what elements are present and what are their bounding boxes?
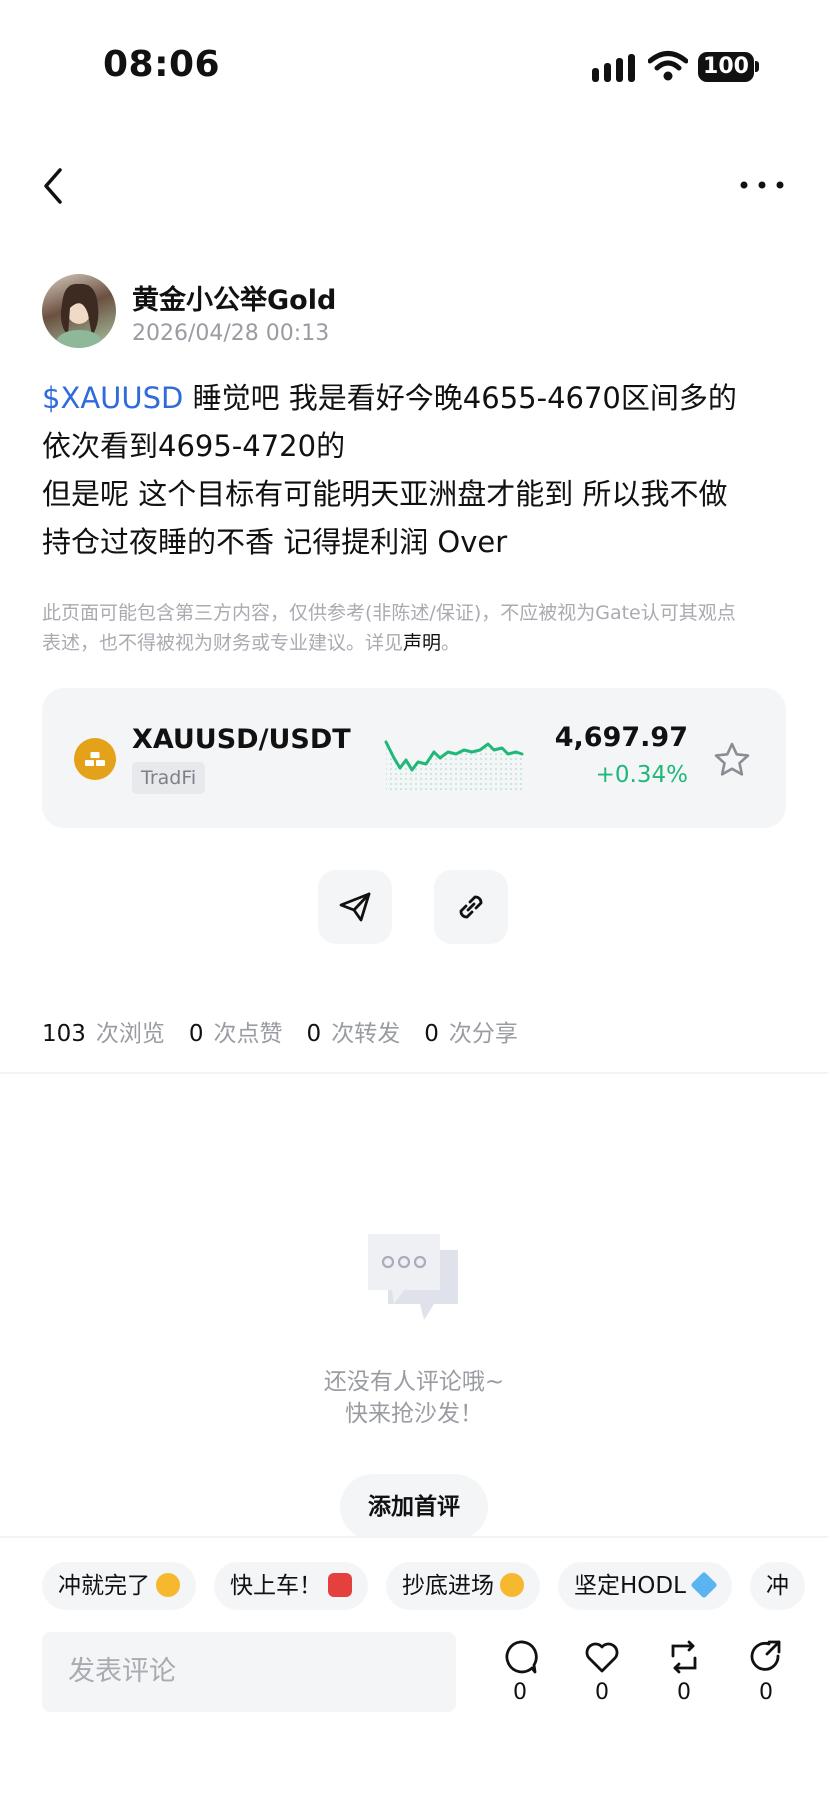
reposts-label: 次转发 <box>331 1021 401 1047</box>
views-count: 103 <box>42 1021 86 1047</box>
likes-label: 次点赞 <box>213 1021 283 1047</box>
car-emoji-icon <box>328 1573 352 1597</box>
empty-comment-icon <box>368 1234 458 1320</box>
disclaimer-line-1: 此页面可能包含第三方内容，仅供参考(非陈述/保证)，不应被视为Gate认可其观点 <box>42 602 736 624</box>
repost-icon <box>671 1640 697 1674</box>
comment-input[interactable]: 发表评论 <box>42 1632 456 1712</box>
favorite-star-icon[interactable] <box>712 740 752 780</box>
repost-action[interactable]: 0 <box>662 1638 706 1705</box>
link-icon <box>459 895 483 919</box>
copy-link-button[interactable] <box>434 870 508 944</box>
author-name[interactable]: 黄金小公举Gold <box>132 278 336 317</box>
chip-label: 冲 <box>765 1573 789 1599</box>
avatar-image <box>54 283 104 348</box>
share-action[interactable]: 0 <box>744 1638 788 1705</box>
quick-reply-chip[interactable]: 冲就完了 <box>42 1562 196 1610</box>
disclaimer-end: 。 <box>441 632 461 654</box>
section-divider <box>0 1072 828 1074</box>
sunglasses-emoji-icon <box>500 1573 524 1597</box>
post-line-2: 依次看到4695-4720的 <box>42 429 346 463</box>
likes-count: 0 <box>188 1021 204 1047</box>
add-first-comment-button[interactable]: 添加首评 <box>340 1474 488 1540</box>
post-line-4: 持仓过夜睡的不香 记得提利润 Over <box>42 525 508 559</box>
quick-reply-chip[interactable]: 快上车！ <box>214 1562 368 1610</box>
post-timestamp: 2026/04/28 00:13 <box>132 321 330 346</box>
battery-nub <box>755 61 759 72</box>
more-icon[interactable] <box>738 170 786 200</box>
empty-state-title: 还没有人评论哦~ <box>323 1369 505 1395</box>
ticker-link[interactable]: $XAUUSD <box>42 381 183 415</box>
battery-icon: 100 <box>698 52 754 82</box>
asset-pair: XAUUSD/USDT <box>132 724 351 755</box>
post-line-1-text: 睡觉吧 我是看好今晚4655-4670区间多的 <box>183 381 737 415</box>
post-body: $XAUUSD 睡觉吧 我是看好今晚4655-4670区间多的 依次看到4695… <box>42 374 792 566</box>
reposts-count: 0 <box>306 1021 322 1047</box>
share-count: 0 <box>759 1680 773 1705</box>
post-stats: 103 次浏览 0 次点赞 0 次转发 0 次分享 <box>42 1014 542 1048</box>
post-line-3: 但是呢 这个目标有可能明天亚洲盘才能到 所以我不做 <box>42 477 728 511</box>
chip-label: 抄底进场 <box>402 1573 494 1599</box>
quick-reply-chips: 冲就完了 快上车！ 抄底进场 坚定HODL 冲 <box>42 1562 823 1610</box>
chip-label: 快上车！ <box>230 1573 322 1599</box>
quick-reply-chip[interactable]: 坚定HODL <box>558 1562 732 1610</box>
empty-state-subtitle: 快来抢沙发！ <box>345 1401 483 1427</box>
signal-icon <box>592 54 636 82</box>
heart-icon <box>585 1642 619 1673</box>
views-label: 次浏览 <box>95 1021 165 1047</box>
shares-count: 0 <box>424 1021 439 1047</box>
asset-change: +0.34% <box>595 762 688 788</box>
asset-tag: TradFi <box>132 762 206 794</box>
chip-label: 坚定HODL <box>574 1573 686 1599</box>
quick-reply-chip[interactable]: 抄底进场 <box>386 1562 540 1610</box>
telegram-share-button[interactable] <box>318 870 392 944</box>
avatar[interactable] <box>42 274 116 348</box>
comment-count: 0 <box>513 1680 527 1705</box>
asset-price: 4,697.97 <box>554 722 688 753</box>
status-time: 08:06 <box>103 44 221 85</box>
statement-link[interactable]: 声明 <box>403 632 441 654</box>
quick-reply-chip[interactable]: 冲 <box>749 1562 805 1610</box>
wifi-icon <box>648 51 688 81</box>
gold-coin-icon <box>74 738 116 780</box>
shares-label: 次分享 <box>448 1021 518 1047</box>
telegram-icon <box>339 892 371 922</box>
repost-count: 0 <box>677 1680 691 1705</box>
like-count: 0 <box>595 1680 609 1705</box>
disclaimer-line-2-text: 表述，也不得被视为财务或专业建议。详见 <box>42 632 404 654</box>
like-action[interactable]: 0 <box>580 1638 624 1705</box>
price-sparkline <box>384 740 524 790</box>
chip-label: 冲就完了 <box>58 1573 150 1599</box>
back-icon[interactable] <box>38 164 68 208</box>
fist-emoji-icon <box>156 1573 180 1597</box>
disclaimer: 此页面可能包含第三方内容，仅供参考(非陈述/保证)，不应被视为Gate认可其观点… <box>42 598 790 658</box>
diamond-emoji-icon <box>690 1571 718 1599</box>
post-line-1: $XAUUSD 睡觉吧 我是看好今晚4655-4670区间多的 <box>42 374 792 422</box>
comment-action[interactable]: 0 <box>498 1638 542 1705</box>
share-icon <box>750 1640 781 1671</box>
disclaimer-line-2: 表述，也不得被视为财务或专业建议。详见声明。 <box>42 628 790 658</box>
comment-icon <box>505 1640 538 1674</box>
